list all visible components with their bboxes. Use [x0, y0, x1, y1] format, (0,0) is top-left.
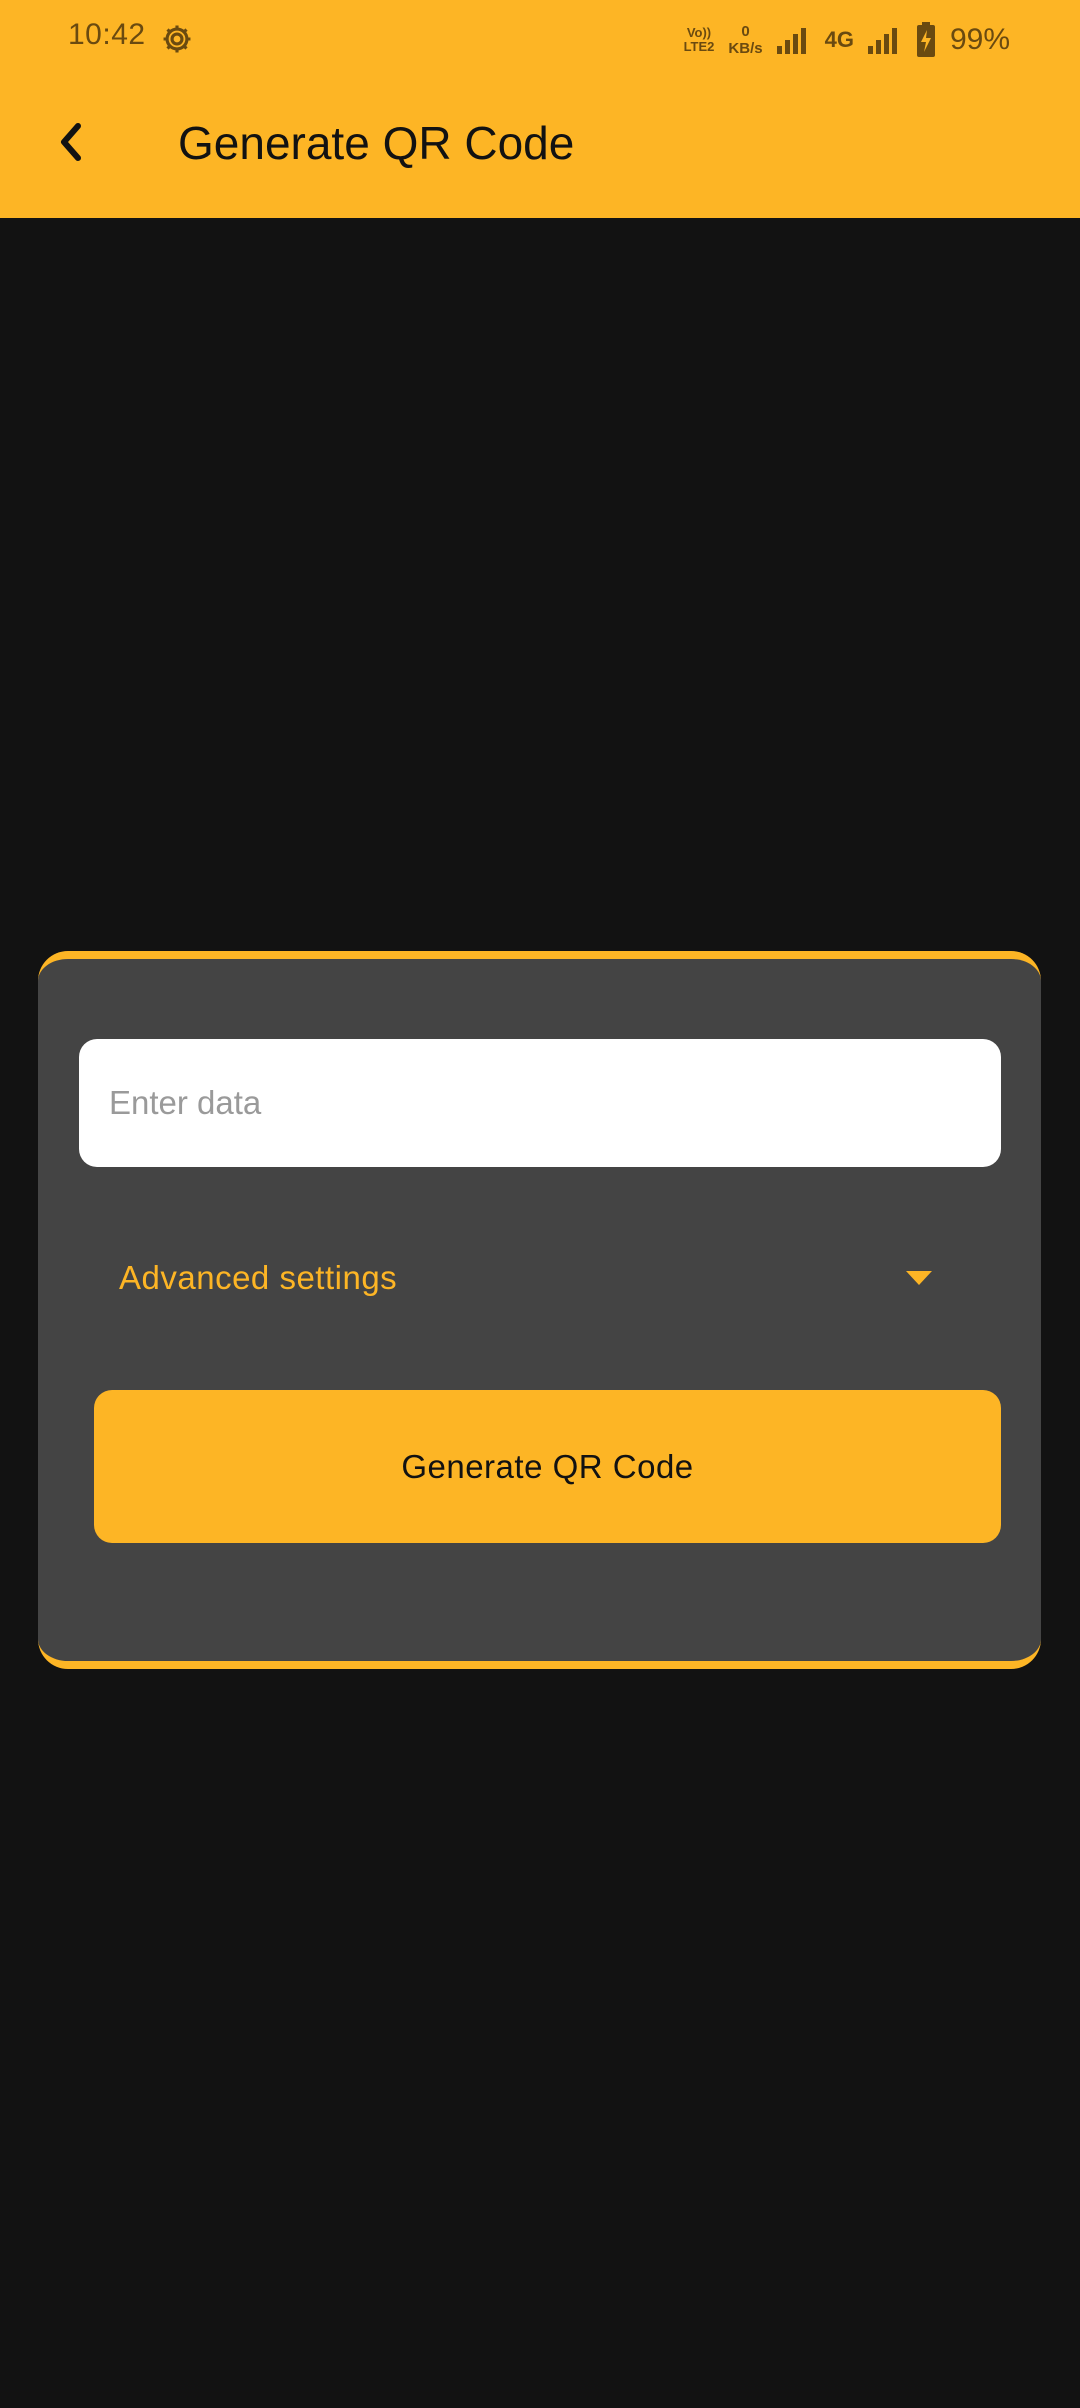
- settings-gear-icon: [163, 25, 191, 53]
- caret-down-icon: [906, 1270, 932, 1285]
- volte-bottom-label: LTE2: [683, 39, 715, 54]
- signal-icon: [776, 28, 806, 54]
- back-button[interactable]: [40, 112, 100, 172]
- signal-icon-2: [867, 28, 897, 54]
- volte-indicator: Vo)) LTE2: [684, 26, 715, 54]
- page-title: Generate QR Code: [178, 117, 575, 169]
- speed-value: 0: [741, 23, 750, 40]
- battery-percent: 99%: [949, 23, 1010, 56]
- status-icons: Vo)) LTE2 0 KB/s 4G 99%: [684, 18, 1010, 62]
- volte-top-label: Vo)): [686, 25, 712, 40]
- chevron-left-icon: [61, 123, 81, 161]
- advanced-settings-toggle[interactable]: Advanced settings: [94, 1230, 954, 1325]
- network-speed: 0 KB/s: [728, 23, 762, 57]
- data-input[interactable]: [79, 1039, 1001, 1167]
- status-time: 10:42: [68, 18, 146, 51]
- generate-qr-button[interactable]: Generate QR Code: [94, 1390, 1001, 1543]
- battery-charging-icon: [916, 22, 935, 57]
- speed-unit: KB/s: [728, 40, 763, 57]
- network-type: 4G: [824, 27, 854, 52]
- advanced-settings-label: Advanced settings: [119, 1258, 398, 1296]
